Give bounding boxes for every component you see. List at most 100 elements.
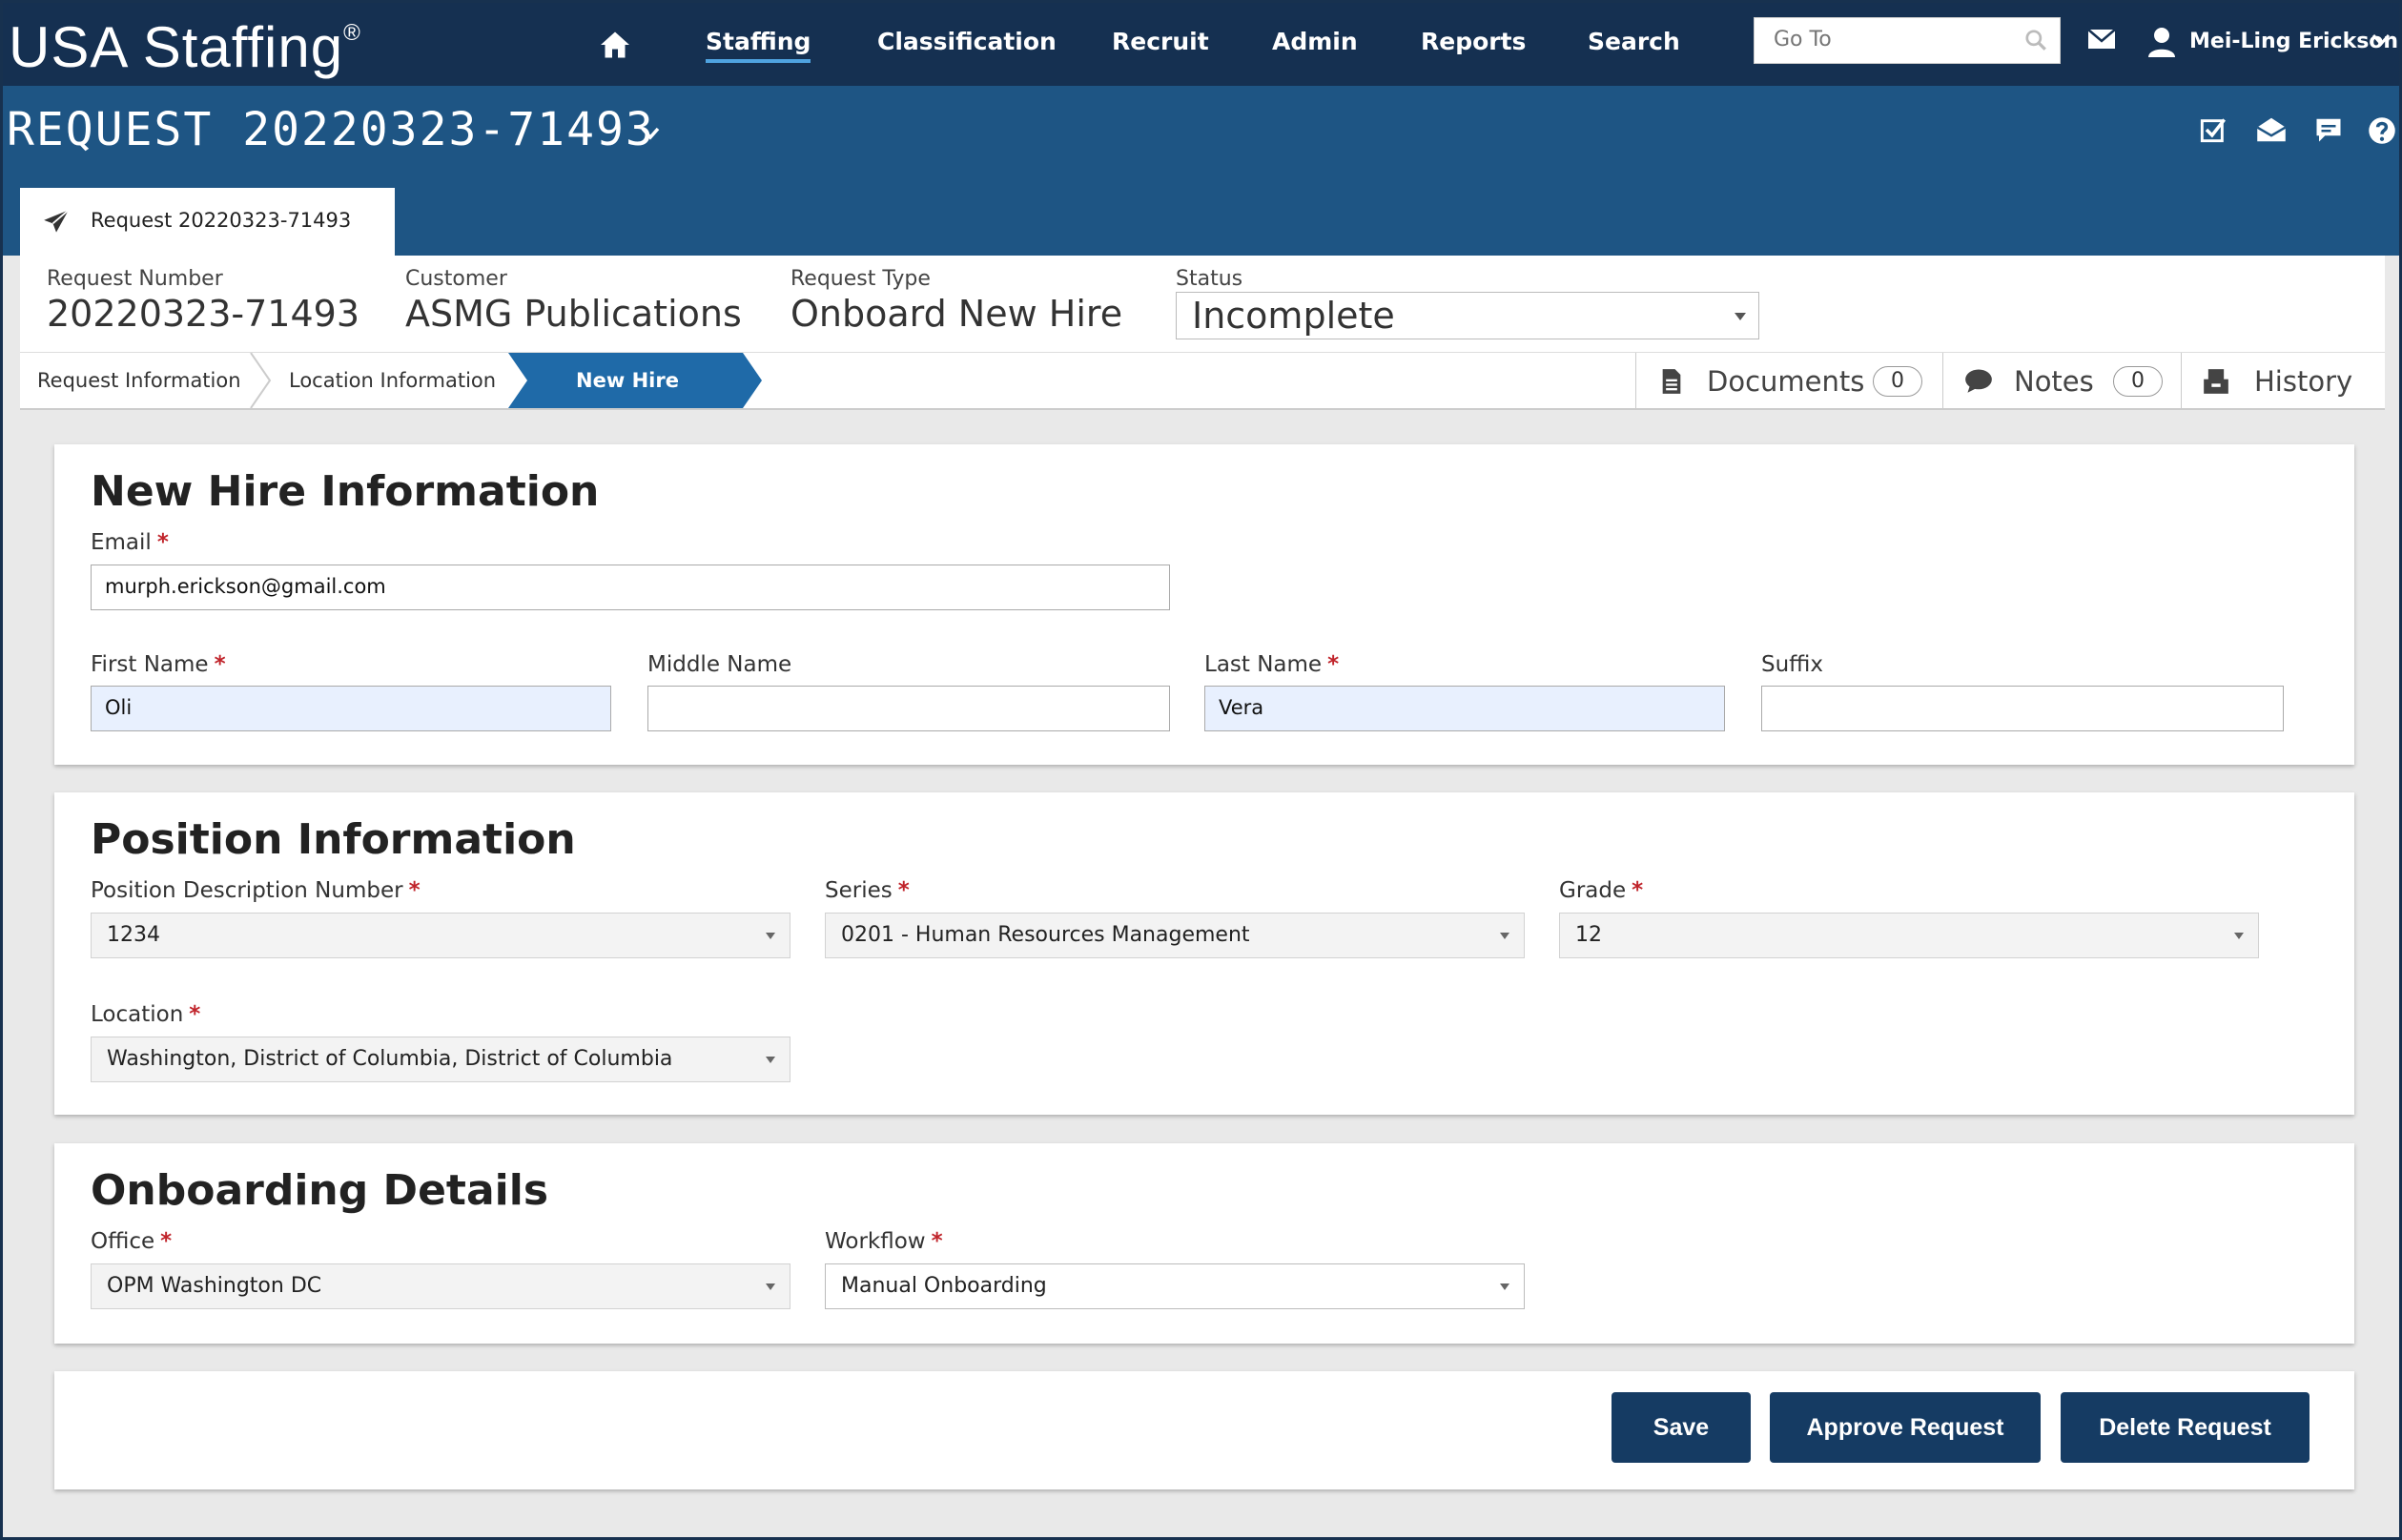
request-number-label: Request Number: [47, 267, 223, 291]
workflow-label-text: Workflow: [825, 1229, 926, 1254]
position-heading: Position Information: [91, 815, 576, 864]
request-tab-label: Request 20220323-71493: [91, 209, 352, 232]
chevron-down-icon: [766, 933, 775, 939]
suffix-label-text: Suffix: [1761, 652, 1824, 677]
location-select[interactable]: Washington, District of Columbia, Distri…: [91, 1037, 790, 1082]
step-location-information[interactable]: Location Information: [289, 353, 496, 408]
save-button[interactable]: Save: [1612, 1392, 1751, 1463]
required-mark: *: [1632, 878, 1644, 903]
archive-icon: [2204, 369, 2228, 394]
actions-bar: Save Approve Request Delete Request: [54, 1371, 2354, 1489]
user-name[interactable]: Mei-Ling Erickson: [2189, 30, 2398, 53]
request-summary: Request Number 20220323-71493 Customer A…: [20, 256, 2385, 353]
request-number-field: Request Number 20220323-71493: [47, 267, 359, 335]
brand-text: USA Staffing: [9, 15, 344, 79]
grade-value: 12: [1575, 923, 1602, 947]
nav-item-admin[interactable]: Admin: [1272, 28, 1358, 55]
nav-item-recruit[interactable]: Recruit: [1112, 28, 1209, 55]
required-mark: *: [931, 1229, 943, 1254]
position-card: Position Information Position Descriptio…: [54, 792, 2354, 1115]
step-new-hire-label: New Hire: [576, 369, 679, 392]
pd-label: Position Description Number *: [91, 878, 421, 903]
step-new-hire[interactable]: New Hire: [508, 353, 766, 408]
location-label-text: Location: [91, 1002, 184, 1027]
new-hire-heading: New Hire Information: [91, 467, 600, 516]
first-name-field[interactable]: Oli: [91, 686, 611, 731]
request-number-value: 20220323-71493: [47, 293, 360, 335]
brand-logo[interactable]: USA Staffing®: [9, 14, 361, 80]
series-label: Series *: [825, 878, 910, 903]
onboarding-heading: Onboarding Details: [91, 1166, 549, 1215]
goto-input[interactable]: [1755, 18, 2012, 61]
notes-tab[interactable]: Notes 0: [1942, 353, 2181, 408]
status-field: Status: [1176, 267, 1242, 291]
paper-plane-icon: [44, 209, 70, 233]
middle-name-label-text: Middle Name: [647, 652, 792, 677]
chevron-down-icon[interactable]: [640, 126, 661, 141]
nav-item-classification[interactable]: Classification: [877, 28, 1057, 55]
onboarding-card: Onboarding Details Office * OPM Washingto…: [54, 1143, 2354, 1344]
first-name-label-text: First Name: [91, 652, 209, 677]
open-mail-icon[interactable]: [2256, 116, 2287, 143]
comment-icon: [1965, 369, 1992, 393]
request-tab[interactable]: Request 20220323-71493: [20, 188, 395, 256]
goto-box: [1754, 17, 2061, 64]
chevron-down-icon: [1500, 1283, 1509, 1290]
nav-item-staffing[interactable]: Staffing: [706, 28, 811, 63]
notes-label: Notes: [2014, 365, 2094, 398]
first-name-value: Oli: [105, 696, 133, 719]
history-label: History: [2254, 365, 2353, 398]
grade-label-text: Grade: [1559, 878, 1627, 903]
nav-item-reports[interactable]: Reports: [1421, 28, 1526, 55]
last-name-label: Last Name *: [1204, 652, 1339, 677]
customer-field: Customer ASMG Publications: [405, 267, 742, 335]
location-label: Location *: [91, 1002, 200, 1027]
pd-label-text: Position Description Number: [91, 878, 403, 903]
last-name-value: Vera: [1219, 696, 1264, 719]
documents-tab[interactable]: Documents 0: [1635, 353, 1942, 408]
email-value: murph.erickson@gmail.com: [105, 575, 386, 598]
approve-request-button[interactable]: Approve Request: [1770, 1392, 2041, 1463]
last-name-field[interactable]: Vera: [1204, 686, 1725, 731]
customer-value: ASMG Publications: [405, 293, 742, 335]
search-icon[interactable]: [2023, 28, 2048, 52]
chevron-down-icon: [766, 1283, 775, 1290]
pd-select[interactable]: 1234: [91, 913, 790, 958]
step-request-information[interactable]: Request Information: [37, 353, 241, 408]
middle-name-field[interactable]: [647, 686, 1170, 731]
grade-select[interactable]: 12: [1559, 913, 2259, 958]
history-tab[interactable]: History: [2181, 353, 2385, 408]
email-field[interactable]: murph.erickson@gmail.com: [91, 565, 1170, 610]
suffix-field[interactable]: [1761, 686, 2284, 731]
first-name-label: First Name *: [91, 652, 226, 677]
office-label-text: Office: [91, 1229, 155, 1254]
chevron-down-icon: [1500, 933, 1509, 939]
required-mark: *: [156, 530, 169, 555]
delete-request-button[interactable]: Delete Request: [2061, 1392, 2310, 1463]
office-label: Office *: [91, 1229, 172, 1254]
documents-count: 0: [1873, 366, 1922, 397]
help-icon[interactable]: [2368, 116, 2396, 145]
chevron-down-icon[interactable]: [2371, 33, 2391, 47]
series-label-text: Series: [825, 878, 893, 903]
mail-icon[interactable]: [2087, 28, 2116, 51]
comment-icon[interactable]: [2314, 116, 2343, 143]
nav-item-search[interactable]: Search: [1588, 28, 1680, 55]
workflow-select[interactable]: Manual Onboarding: [825, 1263, 1525, 1309]
series-select[interactable]: 0201 - Human Resources Management: [825, 913, 1525, 958]
chevron-down-icon: [1735, 313, 1746, 320]
request-type-value: Onboard New Hire: [790, 293, 1123, 335]
status-select[interactable]: Incomplete: [1176, 292, 1759, 339]
checklist-icon[interactable]: [2200, 116, 2227, 143]
grade-label: Grade *: [1559, 878, 1643, 903]
document-icon: [1662, 369, 1681, 394]
user-icon[interactable]: [2147, 26, 2176, 58]
new-hire-card: New Hire Information Email * murph.ericks…: [54, 444, 2354, 765]
home-icon[interactable]: [598, 28, 632, 62]
workflow-label: Workflow *: [825, 1229, 943, 1254]
chevron-down-icon: [2234, 933, 2244, 939]
office-select[interactable]: OPM Washington DC: [91, 1263, 790, 1309]
last-name-label-text: Last Name: [1204, 652, 1323, 677]
brand-mark: ®: [343, 20, 361, 46]
required-mark: *: [408, 878, 421, 903]
